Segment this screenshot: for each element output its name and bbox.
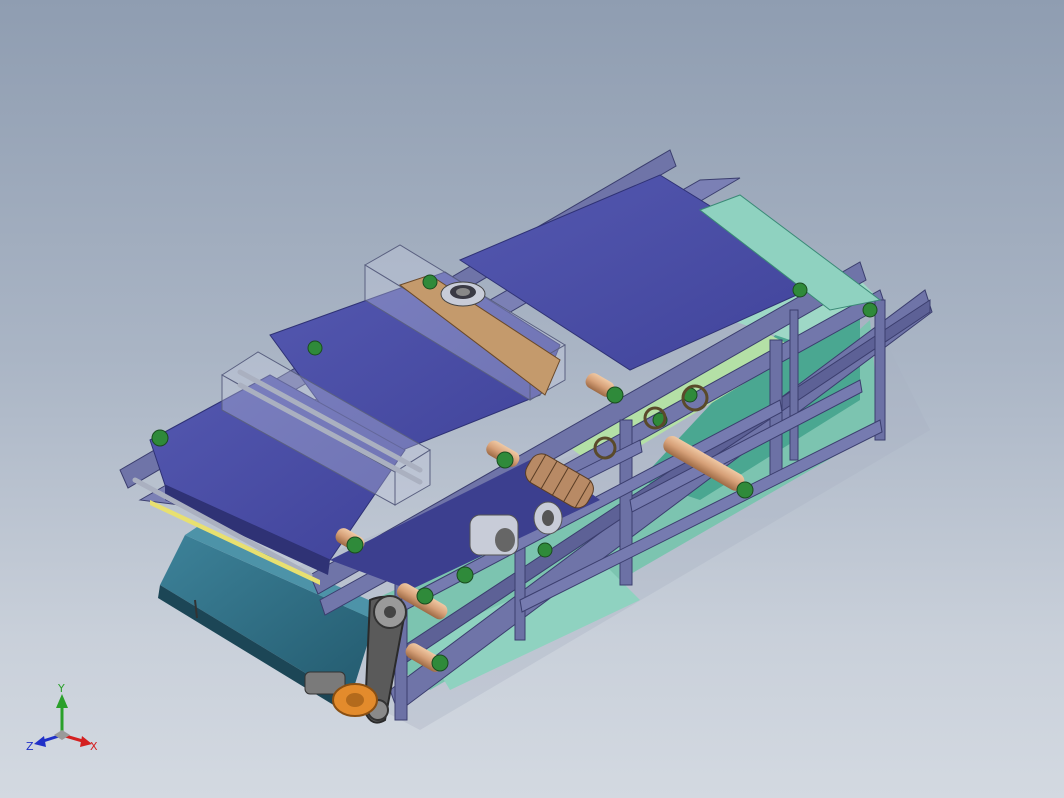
roller[interactable]	[533, 501, 563, 535]
bearing[interactable]	[151, 429, 169, 447]
z-axis-arrow	[34, 736, 46, 747]
bearing[interactable]	[431, 654, 449, 672]
bearing[interactable]	[862, 302, 878, 318]
bearing[interactable]	[346, 536, 364, 554]
y-axis-label: Y	[57, 682, 65, 695]
coordinate-triad[interactable]: Y X Z	[24, 680, 114, 760]
z-axis-label: Z	[26, 740, 34, 753]
bearing[interactable]	[456, 566, 474, 584]
bearing[interactable]	[736, 481, 754, 499]
cad-viewport[interactable]: Y X Z	[0, 0, 1064, 798]
bearing[interactable]	[537, 542, 553, 558]
x-axis-label: X	[90, 740, 98, 753]
bearing[interactable]	[422, 274, 438, 290]
bearing[interactable]	[496, 451, 514, 469]
belt-filter-press-model[interactable]	[0, 0, 1064, 798]
bearing[interactable]	[606, 386, 624, 404]
bearing[interactable]	[792, 282, 808, 298]
y-axis-arrow	[56, 694, 68, 708]
roller[interactable]	[469, 514, 519, 556]
feed-inlet[interactable]	[440, 281, 486, 307]
bearing[interactable]	[416, 587, 434, 605]
triad-origin	[54, 730, 70, 740]
bearing[interactable]	[307, 340, 323, 356]
